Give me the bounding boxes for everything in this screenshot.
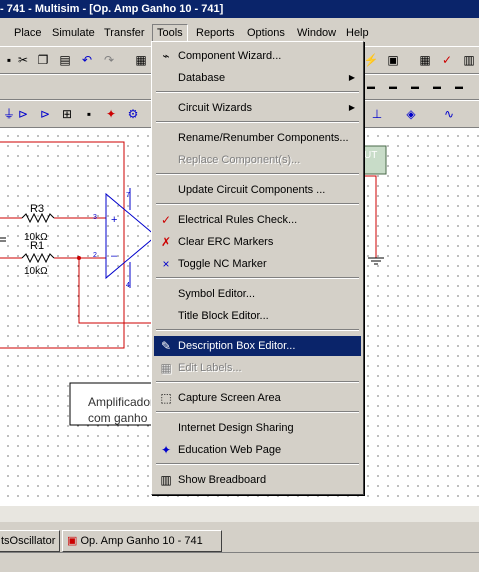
menu-item-circuit-wizards[interactable]: Circuit Wizards ▶ <box>154 98 361 118</box>
horizontal-scrollbar[interactable] <box>0 505 479 522</box>
menu-item-replace-components[interactable]: Replace Component(s)... <box>154 150 361 170</box>
cmos-icon[interactable]: ⊳ <box>36 105 54 123</box>
junction-dot <box>77 256 81 260</box>
circuit-tabs: tsOscillator ▣ Op. Amp Ganho 10 - 741 <box>0 526 479 552</box>
pin-3-label: 3 <box>93 214 97 221</box>
submenu-arrow-icon: ▶ <box>348 103 355 112</box>
menu-separator <box>156 203 359 205</box>
menu-item-update-circuit-components[interactable]: Update Circuit Components ... <box>154 180 361 200</box>
function-generator-icon[interactable]: ∿ <box>440 105 458 123</box>
instrument-icon[interactable]: ▬ <box>428 78 446 96</box>
r3-label: R3 <box>30 203 45 215</box>
rf-icon[interactable]: ⊥ <box>368 105 386 123</box>
pin-4-label: 4 <box>126 282 130 289</box>
redo-icon[interactable]: ↷ <box>100 51 118 69</box>
instrument-icon[interactable]: ▬ <box>450 78 468 96</box>
menu-item-title-block-editor[interactable]: Title Block Editor... <box>154 306 361 326</box>
power-component-icon[interactable]: ✦ <box>102 105 120 123</box>
wizard-icon: ⌁ <box>162 49 170 63</box>
noninverting-symbol: + <box>111 214 118 226</box>
indicator-icon[interactable]: ▪ <box>80 105 98 123</box>
menu-separator <box>156 463 359 465</box>
menu-separator <box>156 173 359 175</box>
menu-item-symbol-editor[interactable]: Symbol Editor... <box>154 284 361 304</box>
menu-tools[interactable]: Tools <box>152 24 188 42</box>
schematic-file-icon: ▣ <box>67 535 81 547</box>
menu-window[interactable]: Window <box>293 25 340 41</box>
education-icon: ✦ <box>160 443 172 457</box>
menu-separator <box>156 121 359 123</box>
resistor-r1 <box>21 252 55 264</box>
resistor-r3 <box>21 212 55 224</box>
menu-item-description-box-editor[interactable]: ✎ Description Box Editor... <box>154 336 361 356</box>
erc-check-icon: ✓ <box>160 213 172 227</box>
menu-transfer[interactable]: Transfer <box>100 25 149 41</box>
menu-bar: Place Simulate Transfer Tools Reports Op… <box>0 22 479 42</box>
copy-icon[interactable]: ❐ <box>34 51 52 69</box>
nc-marker-icon: × <box>162 257 170 271</box>
menu-item-database[interactable]: Database ▶ <box>154 68 361 88</box>
menu-reports[interactable]: Reports <box>192 25 239 41</box>
inverting-symbol: – <box>111 250 118 262</box>
output-probe-label: UT <box>364 150 378 161</box>
misc-digital-icon[interactable]: ⊞ <box>58 105 76 123</box>
status-bar <box>0 552 479 572</box>
breadboard-icon: ▥ <box>160 473 172 487</box>
description-line-1: Amplificador <box>88 395 155 409</box>
menu-item-show-breadboard[interactable]: ▥ Show Breadboard <box>154 470 361 490</box>
pin-7-label: 7 <box>126 192 130 199</box>
menu-item-electrical-rules-check[interactable]: ✓ Electrical Rules Check... <box>154 210 361 230</box>
oscilloscope-icon[interactable]: ▣ <box>384 51 402 69</box>
tab-oscillator[interactable]: tsOscillator <box>0 530 61 552</box>
instrument-icon[interactable]: ▬ <box>406 78 424 96</box>
description-line-2: com ganho <box>88 411 148 425</box>
menu-separator <box>156 381 359 383</box>
paste-icon[interactable]: ▤ <box>56 51 74 69</box>
cut-icon[interactable]: ✂ <box>14 51 32 69</box>
edit-labels-icon: ▦ <box>160 361 172 375</box>
op-amp-symbol <box>105 192 157 280</box>
r1-label: R1 <box>30 240 45 252</box>
tools-menu: ⌁ Component Wizard... Database ▶ Circuit… <box>151 41 364 495</box>
instrument-icon[interactable]: ▬ <box>384 78 402 96</box>
description-box-icon: ✎ <box>160 339 172 353</box>
undo-icon[interactable]: ↶ <box>78 51 96 69</box>
ttl-icon[interactable]: ⊳ <box>14 105 32 123</box>
menu-place[interactable]: Place <box>10 25 46 41</box>
submenu-arrow-icon: ▶ <box>348 73 355 82</box>
menu-separator <box>156 277 359 279</box>
menu-item-component-wizard[interactable]: ⌁ Component Wizard... <box>154 46 361 66</box>
title-bar: - 741 - Multisim - [Op. Amp Ganho 10 - 7… <box>0 0 479 18</box>
menu-item-education-web-page[interactable]: ✦ Education Web Page <box>154 440 361 460</box>
menu-separator <box>156 91 359 93</box>
menu-help[interactable]: Help <box>342 25 373 41</box>
menu-simulate[interactable]: Simulate <box>48 25 99 41</box>
pin-2-label: 2 <box>93 252 97 259</box>
toolbar-button-icon[interactable]: ▦ <box>132 51 150 69</box>
breadboard-toolbar-icon[interactable]: ▥ <box>460 51 478 69</box>
window-title: - 741 - Multisim - [Op. Amp Ganho 10 - 7… <box>0 3 224 15</box>
menu-item-internet-design-sharing[interactable]: Internet Design Sharing <box>154 418 361 438</box>
tab-op-amp-ganho[interactable]: ▣ Op. Amp Ganho 10 - 741 <box>62 530 222 552</box>
menu-item-toggle-nc-marker[interactable]: × Toggle NC Marker <box>154 254 361 274</box>
menu-item-edit-labels[interactable]: ▦ Edit Labels... <box>154 358 361 378</box>
grid-icon[interactable]: ▦ <box>416 51 434 69</box>
menu-item-capture-screen-area[interactable]: ⬚ Capture Screen Area <box>154 388 361 408</box>
menu-separator <box>156 329 359 331</box>
menu-separator <box>156 411 359 413</box>
wire-outer <box>0 141 125 349</box>
erc-toolbar-icon[interactable]: ✓ <box>438 51 456 69</box>
erc-clear-icon: ✗ <box>160 235 172 249</box>
capture-icon: ⬚ <box>160 391 172 405</box>
probe-icon[interactable]: ⚡ <box>362 51 380 69</box>
tab-op-amp-ganho-label: Op. Amp Ganho 10 - 741 <box>80 535 203 547</box>
wire-output <box>362 175 377 258</box>
logic-converter-icon[interactable]: ◈ <box>402 105 420 123</box>
instrument-icon[interactable]: ▬ <box>362 78 380 96</box>
menu-options[interactable]: Options <box>243 25 289 41</box>
menu-item-clear-erc-markers[interactable]: ✗ Clear ERC Markers <box>154 232 361 252</box>
r1-value: 10kΩ <box>24 266 48 277</box>
electromechanical-icon[interactable]: ⚙ <box>124 105 142 123</box>
menu-item-rename-renumber[interactable]: Rename/Renumber Components... <box>154 128 361 148</box>
